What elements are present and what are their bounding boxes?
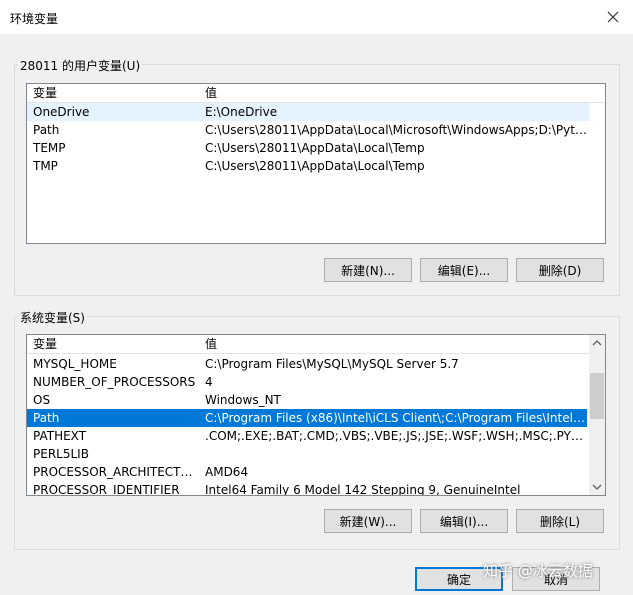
scrollbar-thumb[interactable] — [590, 373, 604, 419]
column-header-variable[interactable]: 变量 — [33, 84, 57, 102]
column-header-variable[interactable]: 变量 — [33, 335, 57, 353]
variable-value: C:\Program Files\MySQL\MySQL Server 5.7 — [205, 357, 459, 371]
variable-value: C:\Program Files (x86)\Intel\iCLS Client… — [205, 411, 585, 425]
system-delete-button[interactable]: 删除(L) — [516, 509, 604, 533]
table-row[interactable]: OS Windows_NT — [27, 391, 587, 409]
system-new-button[interactable]: 新建(W)... — [324, 509, 412, 533]
table-row[interactable]: TMP C:\Users\28011\AppData\Local\Temp — [27, 157, 589, 175]
variable-value: C:\Users\28011\AppData\Local\Temp — [205, 141, 425, 155]
table-row[interactable]: PATHEXT .COM;.EXE;.BAT;.CMD;.VBS;.VBE;.J… — [27, 427, 587, 445]
variable-name: NUMBER_OF_PROCESSORS — [33, 375, 196, 389]
watermark: 知乎 @冰云数据 — [483, 562, 593, 580]
variable-value: E:\OneDrive — [205, 105, 278, 119]
table-row-selected[interactable]: Path C:\Program Files (x86)\Intel\iCLS C… — [27, 409, 587, 427]
variable-name: OS — [33, 393, 51, 407]
user-new-button[interactable]: 新建(N)... — [324, 258, 412, 282]
table-row[interactable]: TEMP C:\Users\28011\AppData\Local\Temp — [27, 139, 589, 157]
table-row[interactable]: PERL5LIB — [27, 445, 587, 463]
variable-name: PERL5LIB — [33, 447, 89, 461]
scroll-down-arrow-icon[interactable] — [589, 479, 605, 495]
window-title: 环境变量 — [10, 12, 59, 26]
system-variables-list[interactable]: 变量 值 MYSQL_HOME C:\Program Files\MySQL\M… — [26, 334, 606, 496]
list-header: 变量 值 — [27, 335, 589, 354]
variable-name: OneDrive — [33, 105, 90, 119]
variable-name: PROCESSOR_ARCHITECTURE — [33, 465, 198, 479]
table-row[interactable]: Path C:\Users\28011\AppData\Local\Micros… — [27, 121, 589, 139]
close-icon[interactable] — [603, 7, 623, 27]
variable-name: TMP — [33, 159, 58, 173]
table-row[interactable]: OneDrive E:\OneDrive — [27, 103, 589, 121]
table-row[interactable]: MYSQL_HOME C:\Program Files\MySQL\MySQL … — [27, 355, 587, 373]
variable-name: PATHEXT — [33, 429, 87, 443]
variable-value: 4 — [205, 375, 213, 389]
variable-value: .COM;.EXE;.BAT;.CMD;.VBS;.VBE;.JS;.JSE;.… — [205, 429, 585, 443]
variable-name: Path — [33, 411, 60, 425]
variable-name: TEMP — [33, 141, 66, 155]
variable-value: C:\Users\28011\AppData\Local\Temp — [205, 159, 425, 173]
table-row[interactable]: NUMBER_OF_PROCESSORS 4 — [27, 373, 587, 391]
user-edit-button[interactable]: 编辑(E)... — [420, 258, 508, 282]
vertical-scrollbar[interactable] — [589, 335, 605, 495]
user-delete-button[interactable]: 删除(D) — [516, 258, 604, 282]
variable-value: Intel64 Family 6 Model 142 Stepping 9, G… — [205, 483, 521, 496]
variable-value: AMD64 — [205, 465, 249, 479]
list-header: 变量 值 — [27, 84, 605, 103]
variable-name: Path — [33, 123, 60, 137]
table-row[interactable]: PROCESSOR_ARCHITECTURE AMD64 — [27, 463, 587, 481]
user-variables-list[interactable]: 变量 值 OneDrive E:\OneDrive Path C:\Users\… — [26, 83, 606, 244]
variable-value: Windows_NT — [205, 393, 281, 407]
variable-value: C:\Users\28011\AppData\Local\Microsoft\W… — [205, 123, 587, 137]
column-header-value[interactable]: 值 — [205, 84, 217, 102]
variable-name: PROCESSOR_IDENTIFIER — [33, 483, 180, 496]
system-edit-button[interactable]: 编辑(I)... — [420, 509, 508, 533]
scroll-up-arrow-icon[interactable] — [589, 335, 605, 351]
table-row[interactable]: PROCESSOR_IDENTIFIER Intel64 Family 6 Mo… — [27, 481, 587, 496]
system-variables-label: 系统变量(S) — [18, 309, 87, 326]
environment-variables-dialog: 环境变量 28011 的用户变量(U) 变量 值 OneDrive E:\One… — [0, 0, 633, 595]
title-bar: 环境变量 — [0, 0, 633, 34]
column-header-value[interactable]: 值 — [205, 335, 217, 353]
user-variables-label: 28011 的用户变量(U) — [18, 57, 143, 74]
variable-name: MYSQL_HOME — [33, 357, 117, 371]
